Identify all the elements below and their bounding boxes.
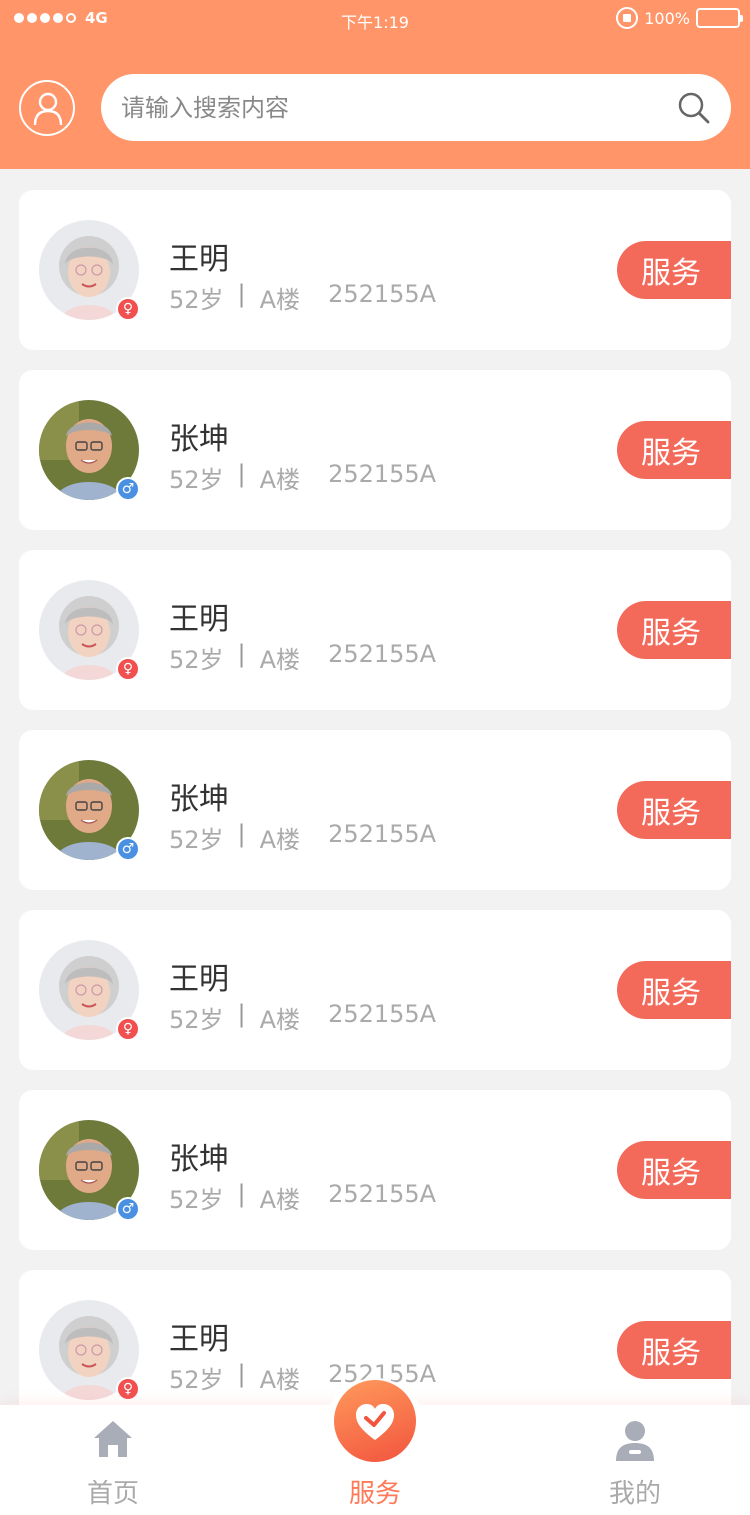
resident-age: 52岁 <box>169 826 224 854</box>
separator: | <box>237 280 246 308</box>
resident-name: 王明 <box>169 602 229 637</box>
resident-building: A楼 <box>259 286 301 314</box>
resident-age: 52岁 <box>169 286 224 314</box>
tab-mine[interactable]: 我的 <box>560 1405 710 1515</box>
resident-meta: 52岁 | A楼 252155A <box>169 1000 436 1035</box>
female-icon: ♀ <box>116 1017 140 1041</box>
resident-age: 52岁 <box>169 1186 224 1214</box>
service-button[interactable]: 服务 <box>617 1321 731 1379</box>
resident-card[interactable]: ♂ 张坤 52岁 | A楼 252155A 服务 <box>19 370 731 530</box>
service-button[interactable]: 服务 <box>617 421 731 479</box>
profile-icon <box>616 1421 654 1461</box>
resident-card[interactable]: ♀ 王明 52岁 | A楼 252155A 服务 <box>19 550 731 710</box>
resident-building: A楼 <box>259 466 301 494</box>
resident-name: 张坤 <box>169 782 229 817</box>
heart-icon <box>356 1404 394 1440</box>
service-button[interactable]: 服务 <box>617 601 731 659</box>
service-button[interactable]: 服务 <box>617 1141 731 1199</box>
resident-building: A楼 <box>259 1186 301 1214</box>
home-icon <box>94 1421 132 1457</box>
resident-card[interactable]: ♀ 王明 52岁 | A楼 252155A 服务 <box>19 190 731 350</box>
female-icon: ♀ <box>116 1377 140 1401</box>
resident-room: 252155A <box>328 1180 437 1208</box>
resident-building: A楼 <box>259 646 301 674</box>
tab-label: 首页 <box>86 1479 139 1509</box>
resident-name: 张坤 <box>169 422 229 457</box>
male-icon: ♂ <box>116 1197 140 1221</box>
status-bar: 4G 下午1:19 100% <box>0 0 750 40</box>
rotation-lock-icon <box>616 7 639 29</box>
resident-name: 王明 <box>169 1322 229 1357</box>
service-button[interactable]: 服务 <box>617 241 731 299</box>
separator: | <box>237 820 246 848</box>
resident-card[interactable]: ♂ 张坤 52岁 | A楼 252155A 服务 <box>19 730 731 890</box>
battery-percent: 100% <box>644 8 690 28</box>
user-icon <box>33 92 63 126</box>
search-bar <box>101 74 731 141</box>
resident-card[interactable]: ♀ 王明 52岁 | A楼 252155A 服务 <box>19 910 731 1070</box>
tab-label: 我的 <box>608 1479 661 1509</box>
search-icon[interactable] <box>677 91 711 125</box>
female-icon: ♀ <box>116 297 140 321</box>
service-button[interactable]: 服务 <box>617 781 731 839</box>
header: 4G 下午1:19 100% <box>0 0 750 169</box>
resident-room: 252155A <box>328 460 437 488</box>
male-icon: ♂ <box>116 477 140 501</box>
search-input[interactable] <box>121 74 661 141</box>
resident-room: 252155A <box>328 640 437 668</box>
resident-building: A楼 <box>259 826 301 854</box>
resident-building: A楼 <box>259 1006 301 1034</box>
separator: | <box>237 640 246 668</box>
resident-name: 王明 <box>169 242 229 277</box>
resident-name: 张坤 <box>169 1142 229 1177</box>
resident-meta: 52岁 | A楼 252155A <box>169 460 436 495</box>
resident-list: ♀ 王明 52岁 | A楼 252155A 服务 ♂ 张坤 52岁 | A楼 252155A 服务 ♀ 王明 5… <box>19 190 731 1450</box>
resident-age: 52岁 <box>169 466 224 494</box>
center-service-button[interactable] <box>334 1380 416 1462</box>
separator: | <box>237 1180 246 1208</box>
resident-age: 52岁 <box>169 1006 224 1034</box>
separator: | <box>237 1360 246 1388</box>
resident-room: 252155A <box>328 280 437 308</box>
tab-home[interactable]: 首页 <box>38 1405 188 1515</box>
resident-name: 王明 <box>169 962 229 997</box>
resident-meta: 52岁 | A楼 252155A <box>169 1180 436 1215</box>
resident-age: 52岁 <box>169 1366 224 1394</box>
separator: | <box>237 1000 246 1028</box>
female-icon: ♀ <box>116 657 140 681</box>
resident-room: 252155A <box>328 1000 437 1028</box>
male-icon: ♂ <box>116 837 140 861</box>
resident-meta: 52岁 | A楼 252155A <box>169 820 436 855</box>
separator: | <box>237 460 246 488</box>
resident-age: 52岁 <box>169 646 224 674</box>
resident-meta: 52岁 | A楼 252155A <box>169 640 436 675</box>
resident-building: A楼 <box>259 1366 301 1394</box>
battery-icon <box>696 8 743 28</box>
resident-room: 252155A <box>328 820 437 848</box>
profile-button[interactable] <box>19 80 75 136</box>
resident-card[interactable]: ♂ 张坤 52岁 | A楼 252155A 服务 <box>19 1090 731 1250</box>
resident-meta: 52岁 | A楼 252155A <box>169 280 436 315</box>
tab-label: 服务 <box>348 1479 401 1509</box>
app-screen: 4G 下午1:19 100% ♀王明52岁|A楼252155A服务♂张 <box>0 0 750 1515</box>
status-right: 100% <box>616 7 743 29</box>
service-button[interactable]: 服务 <box>617 961 731 1019</box>
